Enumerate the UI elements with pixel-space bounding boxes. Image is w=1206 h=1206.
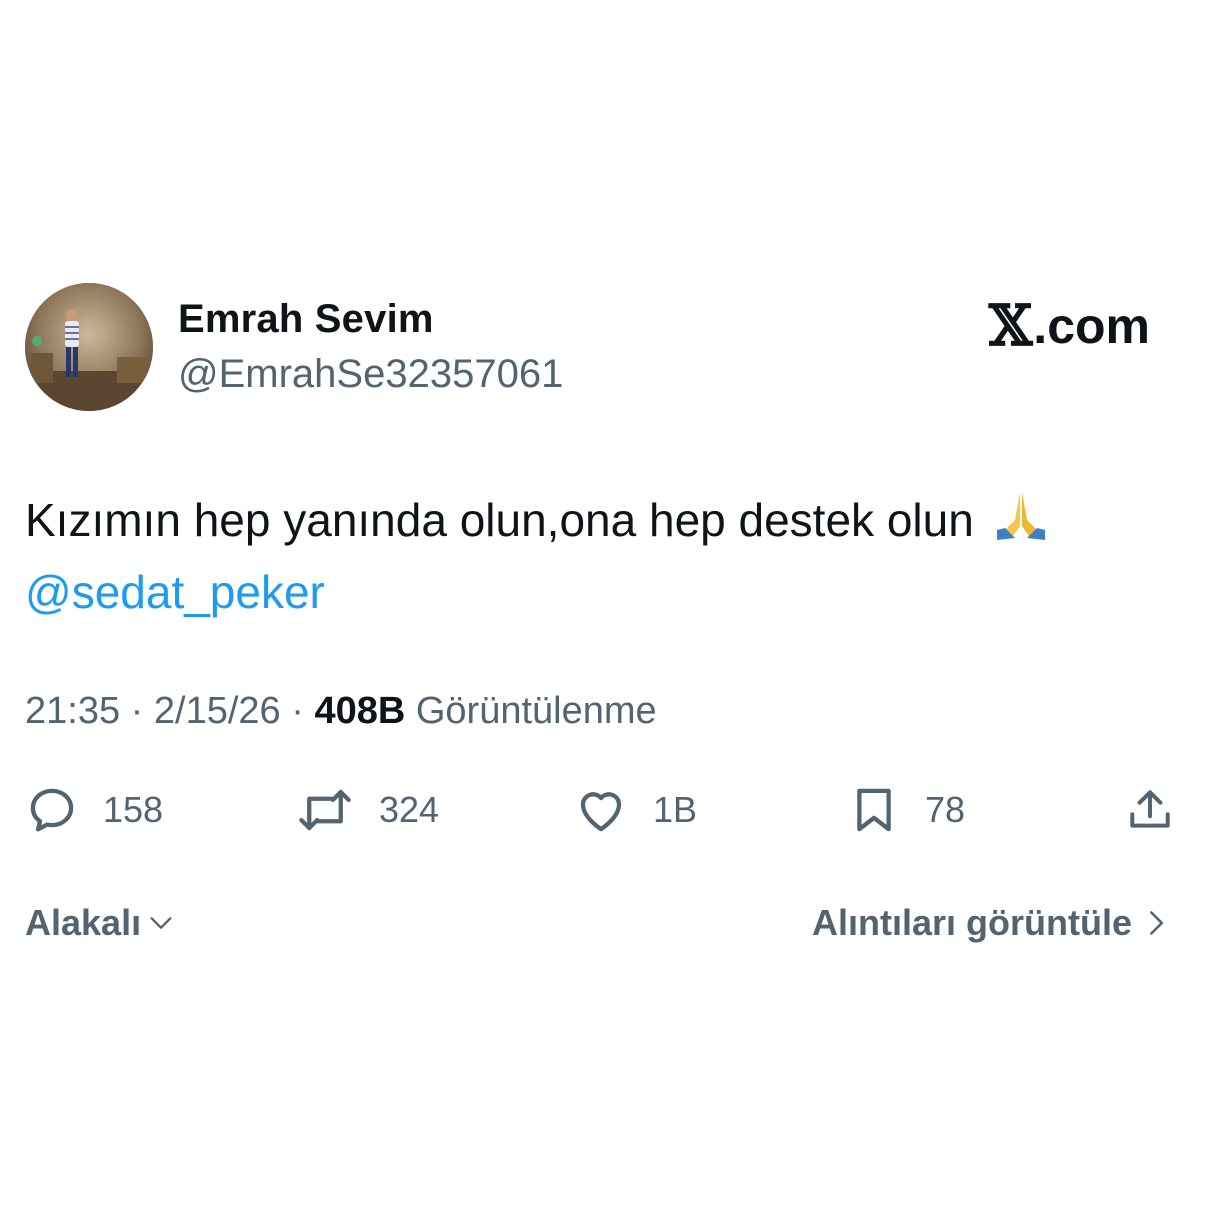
view-quotes-link[interactable]: Alıntıları görüntüle	[812, 902, 1170, 944]
views-label: Görüntülenme	[405, 690, 657, 732]
meta-separator: ·	[280, 690, 315, 732]
repost-button[interactable]: 324	[295, 782, 439, 838]
views-count: 408B	[314, 690, 406, 732]
x-logo: 𝕏 .com	[989, 293, 1150, 359]
heart-icon	[580, 792, 622, 832]
reply-count: 158	[103, 789, 164, 830]
sort-dropdown[interactable]: Alakalı	[25, 902, 177, 944]
avatar[interactable]	[25, 283, 153, 411]
brand-domain: .com	[1033, 298, 1150, 354]
mention-link[interactable]: @sedat_peker	[25, 559, 1175, 625]
x-icon: 𝕏	[988, 293, 1033, 359]
view-quotes-label: Alıntıları görüntüle	[812, 902, 1132, 943]
tweet-meta: 21:35 · 2/15/26 · 408B Görüntülenme	[25, 690, 657, 733]
pray-emoji-icon	[993, 486, 1049, 559]
reply-icon	[30, 788, 74, 832]
chevron-right-icon	[1150, 911, 1164, 935]
bookmark-count: 78	[925, 789, 966, 830]
avatar-photo	[25, 283, 153, 411]
repost-icon	[299, 789, 351, 831]
reply-button[interactable]: 158	[25, 782, 163, 838]
share-icon	[1130, 790, 1170, 828]
bookmark-button[interactable]: 78	[847, 782, 965, 838]
user-handle[interactable]: @EmrahSe32357061	[178, 352, 563, 397]
chevron-down-icon	[150, 917, 172, 929]
tweet-text: Kızımın hep yanında olun,ona hep destek …	[25, 486, 1175, 625]
action-bar: 158 324 1B 78	[25, 782, 1175, 838]
sort-label: Alakalı	[25, 902, 142, 943]
tweet-line-1: Kızımın hep yanında olun,ona hep destek …	[25, 486, 1175, 559]
tweet-body: Kızımın hep yanında olun,ona hep destek …	[25, 494, 974, 546]
tweet-time[interactable]: 21:35	[25, 690, 120, 732]
like-count: 1B	[653, 789, 698, 830]
like-button[interactable]: 1B	[573, 782, 697, 838]
repost-count: 324	[379, 789, 440, 830]
tweet-date[interactable]: 2/15/26	[154, 690, 281, 732]
share-button[interactable]	[1125, 782, 1175, 838]
bookmark-icon	[857, 788, 891, 832]
display-name[interactable]: Emrah Sevim	[178, 297, 434, 342]
meta-separator: ·	[120, 690, 154, 732]
